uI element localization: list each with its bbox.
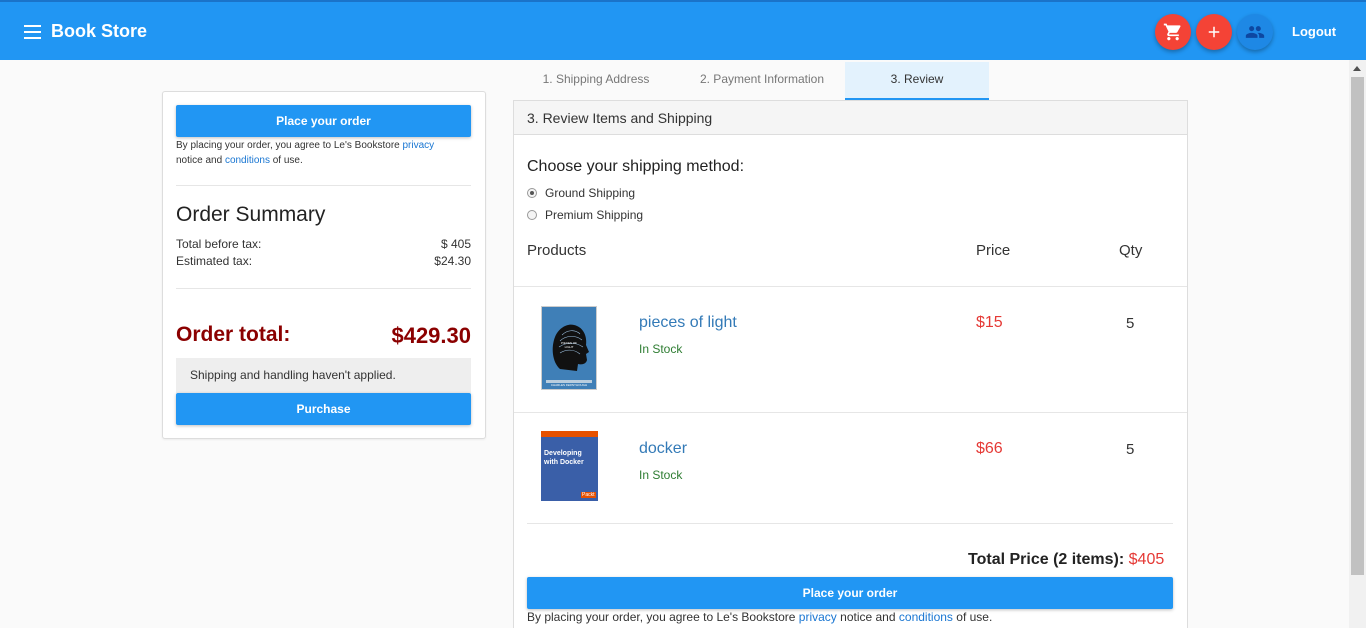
shipping-method-title: Choose your shipping method:: [527, 158, 745, 175]
tab-review[interactable]: 3. Review: [845, 62, 989, 100]
agreement-notice: notice and: [176, 155, 223, 166]
shipping-note: Shipping and handling haven't applied.: [176, 358, 471, 393]
conditions-link[interactable]: conditions: [899, 610, 953, 624]
cover-band: [541, 431, 598, 437]
agreement-suffix: of use.: [272, 155, 303, 166]
agreement-text: By placing your order, you agree to Le's…: [527, 610, 992, 624]
ground-shipping-option[interactable]: Ground Shipping: [527, 186, 635, 200]
product-price: $15: [976, 314, 1003, 331]
book-cover-pieces-of-light[interactable]: PIECES OF LIGHT CHARLES FERNYHOUGH: [541, 306, 597, 390]
product-price: $66: [976, 440, 1003, 457]
agreement-text: By placing your order, you agree to Le's…: [176, 138, 471, 168]
premium-shipping-option[interactable]: Premium Shipping: [527, 208, 643, 222]
total-price-value: $405: [1128, 551, 1165, 568]
product-qty: 5: [1126, 441, 1135, 458]
tab-payment-information[interactable]: 2. Payment Information: [679, 62, 845, 100]
app-title[interactable]: Book Store: [51, 21, 147, 42]
product-qty: 5: [1126, 315, 1135, 332]
app-bar: Book Store Logout: [0, 0, 1366, 60]
logout-link[interactable]: Logout: [1292, 24, 1336, 39]
tab-shipping-address[interactable]: 1. Shipping Address: [513, 62, 679, 100]
plus-icon: [1208, 26, 1220, 38]
row-divider: [514, 412, 1187, 413]
order-summary-card: Place your order By placing your order, …: [162, 91, 486, 439]
scroll-thumb[interactable]: [1351, 77, 1364, 575]
stock-status: In Stock: [639, 468, 683, 482]
order-total-value: $429.30: [391, 323, 471, 348]
user-group-icon: [1245, 26, 1265, 38]
row-divider: [527, 523, 1173, 524]
divider: [176, 288, 471, 289]
before-tax-label: Total before tax:: [176, 237, 262, 251]
stock-status: In Stock: [639, 342, 683, 356]
conditions-link[interactable]: conditions: [225, 155, 270, 166]
product-title-link[interactable]: docker: [639, 440, 687, 458]
agreement-suffix: of use.: [956, 610, 993, 624]
menu-icon[interactable]: [24, 25, 41, 39]
place-order-button[interactable]: Place your order: [527, 577, 1173, 609]
privacy-link[interactable]: privacy: [799, 610, 837, 624]
qty-column-header: Qty: [1119, 242, 1143, 259]
cart-icon: [1163, 23, 1181, 41]
add-button[interactable]: [1196, 14, 1232, 50]
agreement-notice: notice and: [840, 610, 896, 624]
row-divider: [514, 286, 1187, 287]
before-tax-value: $ 405: [440, 237, 471, 251]
product-title-link[interactable]: pieces of light: [639, 314, 737, 332]
cover-author-text: CHARLES FERNYHOUGH: [550, 383, 588, 387]
total-price: Total Price (2 items): $405: [968, 551, 1164, 569]
order-summary-title: Order Summary: [176, 203, 326, 226]
products-column-header: Products: [527, 242, 587, 259]
review-header: 3. Review Items and Shipping: [514, 101, 1187, 135]
cover-title-text: PIECES OF LIGHT: [560, 341, 577, 349]
order-total-label: Order total:: [176, 323, 291, 346]
total-price-label: Total Price (2 items):: [968, 551, 1125, 568]
page-scrollbar[interactable]: [1349, 60, 1366, 628]
review-panel: 3. Review Items and Shipping Choose your…: [513, 100, 1188, 628]
premium-shipping-label: Premium Shipping: [545, 208, 644, 222]
agreement-prefix: By placing your order, you agree to Le's…: [527, 610, 796, 624]
privacy-link[interactable]: privacy: [403, 140, 435, 151]
cart-button[interactable]: [1155, 14, 1191, 50]
purchase-button[interactable]: Purchase: [176, 393, 471, 425]
agreement-prefix: By placing your order, you agree to Le's…: [176, 140, 400, 151]
tax-label: Estimated tax:: [176, 254, 253, 268]
ground-shipping-label: Ground Shipping: [545, 186, 636, 200]
order-total-row: Order total: $429.30: [176, 323, 471, 349]
tax-row: Estimated tax: $24.30: [176, 254, 471, 268]
radio-selected-icon[interactable]: [527, 188, 537, 198]
place-order-button[interactable]: Place your order: [176, 105, 471, 137]
divider: [176, 185, 471, 186]
price-column-header: Price: [976, 242, 1011, 259]
cover-title-text: Developing with Docker: [544, 450, 584, 466]
scroll-up-arrow-icon[interactable]: [1353, 66, 1361, 71]
before-tax-row: Total before tax: $ 405: [176, 237, 471, 251]
cover-brand-text: Packt: [581, 492, 596, 498]
book-cover-docker[interactable]: Developing with Docker Packt: [541, 431, 598, 501]
account-button[interactable]: [1237, 14, 1273, 50]
tax-value: $24.30: [434, 254, 471, 268]
radio-unselected-icon[interactable]: [527, 210, 537, 220]
